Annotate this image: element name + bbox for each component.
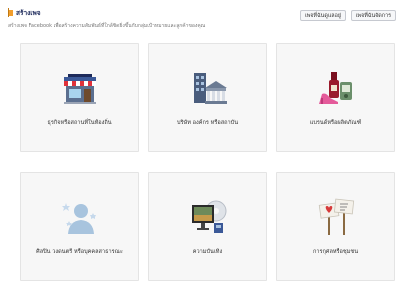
category-tile-local-business[interactable]: ธุรกิจหรือสถานที่ในท้องถิ่น [20, 43, 139, 152]
category-tile-cause-community[interactable]: การกุศลหรือชุมชน [276, 172, 395, 281]
storefront-icon [63, 74, 96, 104]
tile-label: การกุศลหรือชุมชน [312, 249, 359, 255]
tile-label: ศิลปิน วงดนตรี หรือบุคคลสาธารณะ [36, 249, 123, 255]
category-tile-brand-product[interactable]: แบรนด์หรือผลิตภัณฑ์ [276, 43, 395, 152]
star-person-icon [61, 203, 96, 234]
category-tile-company[interactable]: บริษัท องค์กร หรือสถาบัน [148, 43, 267, 152]
category-tile-public-figure[interactable]: ศิลปิน วงดนตรี หรือบุคคลสาธารณะ [20, 172, 139, 281]
tile-label: ธุรกิจหรือสถานที่ในท้องถิ่น [47, 120, 112, 126]
pages-i-manage-button[interactable]: เพจที่ฉันจัดการ [350, 10, 396, 21]
page-subtitle: สร้างเพจ Facebook เพื่อสร้างความสัมพันธ์… [8, 23, 206, 29]
entertainment-icon [191, 200, 226, 233]
flag-icon [8, 8, 13, 17]
protest-signs-icon [318, 198, 354, 235]
tile-label: บริษัท องค์กร หรือสถาบัน [176, 120, 239, 126]
office-buildings-icon [193, 73, 227, 104]
page-header: สร้างเพจ สร้างเพจ Facebook เพื่อสร้างควา… [8, 6, 398, 32]
page-title: สร้างเพจ [16, 9, 41, 17]
products-icon [318, 72, 352, 104]
title-row: สร้างเพจ [8, 8, 41, 18]
pages-i-like-button[interactable]: เพจที่ฉันดูแลอยู่ [299, 10, 346, 21]
category-tile-entertainment[interactable]: ความบันเทิง [148, 172, 267, 281]
tile-label: แบรนด์หรือผลิตภัณฑ์ [309, 120, 362, 126]
tile-label: ความบันเทิง [192, 249, 223, 255]
